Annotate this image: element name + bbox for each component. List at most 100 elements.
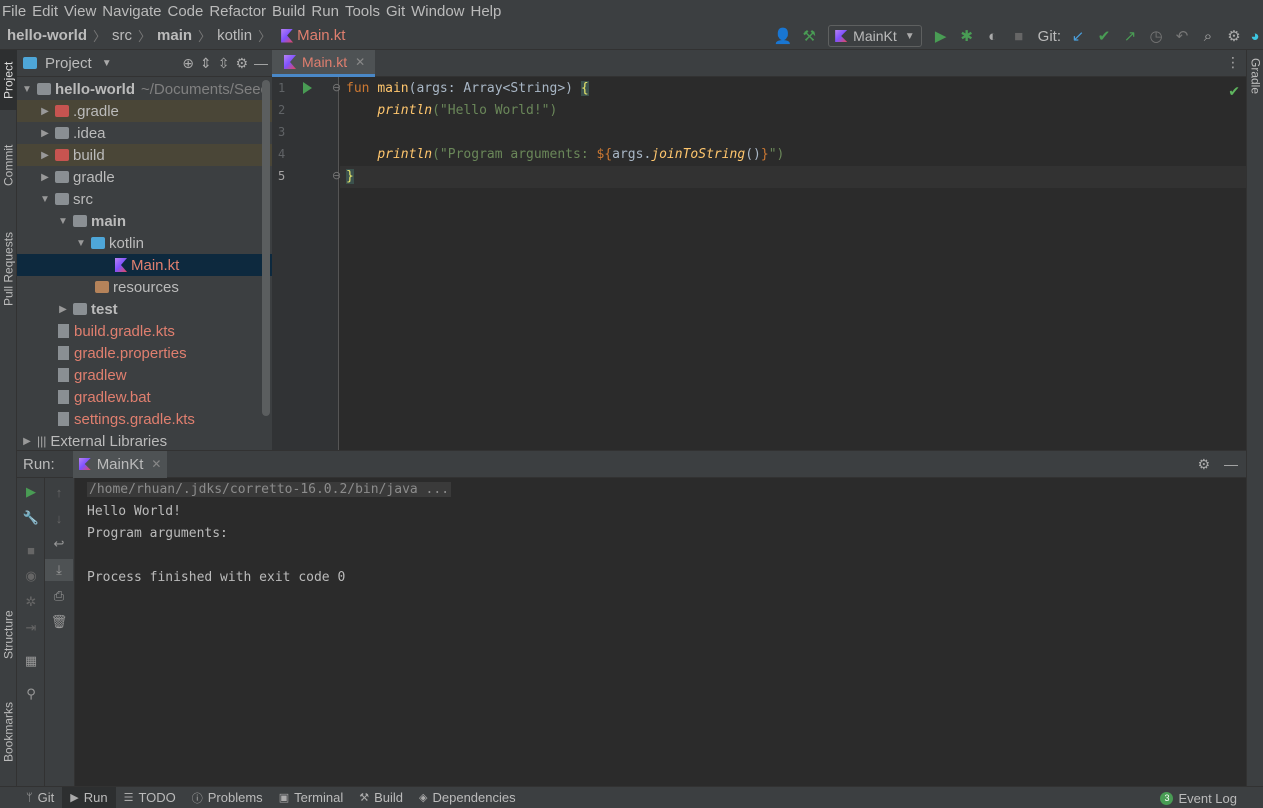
layout-icon[interactable]: ▦ — [17, 650, 45, 672]
tree-item-gradle-properties[interactable]: gradle.properties — [17, 342, 272, 364]
coverage-icon[interactable]: ◐ — [980, 24, 1006, 48]
pin-icon[interactable]: ⚲ — [17, 683, 45, 705]
minimize-icon[interactable]: — — [254, 55, 268, 72]
wrench-icon[interactable]: 🔧 — [17, 507, 45, 529]
breadcrumb-project[interactable]: hello-world — [7, 27, 87, 44]
tree-item-gradlew-bat[interactable]: gradlew.bat — [17, 386, 272, 408]
tool-tab-build[interactable]: ⚒ Build — [351, 787, 411, 808]
menu-edit[interactable]: Edit — [32, 3, 64, 20]
tool-tab-run[interactable]: ▶ Run — [62, 786, 116, 808]
menu-refactor[interactable]: Refactor — [209, 3, 272, 20]
close-icon[interactable]: ✕ — [151, 457, 161, 471]
tool-tab-project[interactable]: Project — [0, 50, 17, 110]
debug-icon[interactable]: ✱ — [954, 24, 980, 48]
menu-run[interactable]: Run — [311, 3, 345, 20]
run-configuration-select[interactable]: MainKt ▼ — [828, 25, 922, 47]
gear-icon[interactable]: ⚙ — [1197, 456, 1210, 473]
tool-tab-problems[interactable]: ⓘ Problems — [184, 787, 271, 808]
history-icon[interactable]: ◷ — [1143, 24, 1169, 48]
tree-item-kotlin[interactable]: ▼ kotlin — [17, 232, 272, 254]
project-view-select[interactable]: Project ▼ — [23, 55, 112, 72]
user-icon[interactable]: 👤 — [770, 24, 796, 48]
camera-icon[interactable]: ◉ — [17, 565, 45, 587]
tool-tab-bookmarks[interactable]: Bookmarks — [0, 690, 17, 774]
run-gutter-icon[interactable] — [303, 82, 312, 94]
expand-all-icon[interactable]: ⇕ — [200, 55, 212, 72]
breadcrumb-main[interactable]: main — [157, 27, 192, 44]
tree-item-main[interactable]: ▼ main — [17, 210, 272, 232]
run-tab-mainkt[interactable]: MainKt ✕ — [72, 450, 168, 478]
minimize-icon[interactable]: — — [1224, 456, 1238, 473]
tool-tab-dependencies[interactable]: ◈ Dependencies — [411, 787, 524, 808]
gear-icon[interactable]: ⚙ — [235, 55, 248, 72]
menu-build[interactable]: Build — [272, 3, 311, 20]
more-icon[interactable]: ⋮ — [1226, 54, 1240, 71]
close-icon[interactable]: ✕ — [355, 55, 365, 69]
tree-item-gradle[interactable]: ▶ gradle — [17, 166, 272, 188]
breadcrumb-file[interactable]: Main.kt — [277, 27, 345, 44]
menu-view[interactable]: View — [64, 3, 102, 20]
menu-tools[interactable]: Tools — [345, 3, 386, 20]
tree-item-label: gradlew — [74, 366, 127, 384]
menu-git[interactable]: Git — [386, 3, 411, 20]
tree-item-gradle-dir[interactable]: ▶ .gradle — [17, 100, 272, 122]
tree-item-test[interactable]: ▶ test — [17, 298, 272, 320]
scroll-to-end-icon[interactable]: ⤓ — [45, 559, 73, 581]
tool-tab-git[interactable]: ᛘ Git — [18, 787, 62, 808]
breadcrumb-kotlin[interactable]: kotlin — [217, 27, 252, 44]
breadcrumb-src[interactable]: src — [112, 27, 132, 44]
tree-item-main-kt[interactable]: Main.kt — [17, 254, 272, 276]
soft-wrap-icon[interactable]: ↩ — [45, 533, 73, 555]
collapse-all-icon[interactable]: ⇳ — [218, 55, 230, 72]
code-with-me-icon[interactable]: ◕ — [1247, 24, 1263, 48]
layers-icon: ◈ — [419, 792, 428, 804]
tool-tab-commit[interactable]: Commit — [0, 132, 17, 198]
search-icon[interactable]: ⌕ — [1195, 24, 1221, 48]
tree-item-build-gradle-kts[interactable]: build.gradle.kts — [17, 320, 272, 342]
hammer-icon[interactable]: ⚒ — [796, 24, 822, 48]
menu-navigate[interactable]: Navigate — [102, 3, 167, 20]
info-icon: ⓘ — [191, 792, 203, 805]
exit-icon[interactable]: ⇥ — [17, 617, 45, 639]
tree-item-build[interactable]: ▶ build — [17, 144, 272, 166]
tool-tab-todo[interactable]: ☰ TODO — [116, 787, 184, 808]
git-branch-icon: ᛘ — [26, 791, 33, 804]
tool-tab-terminal[interactable]: ▣ Terminal — [271, 787, 352, 808]
tool-tab-structure[interactable]: Structure — [0, 598, 17, 672]
run-console[interactable]: /home/rhuan/.jdks/corretto-16.0.2/bin/ja… — [75, 478, 1246, 786]
tree-item-settings-gradle-kts[interactable]: settings.gradle.kts — [17, 408, 272, 430]
gear-icon[interactable]: ⚙ — [1221, 24, 1247, 48]
menu-window[interactable]: Window — [411, 3, 470, 20]
locate-icon[interactable]: ⊕ — [182, 55, 194, 72]
menu-file[interactable]: File — [2, 3, 32, 20]
trash-icon[interactable]: 🗑 — [45, 611, 73, 633]
git-push-icon[interactable]: ↗ — [1117, 24, 1143, 48]
tree-item-gradlew[interactable]: gradlew — [17, 364, 272, 386]
arrow-up-icon[interactable]: ↑ — [45, 481, 73, 503]
console-command-line[interactable]: /home/rhuan/.jdks/corretto-16.0.2/bin/ja… — [87, 482, 452, 497]
rerun-icon[interactable]: ▶ — [17, 481, 45, 503]
code-editor[interactable]: fun main(args: Array<String>) { println(… — [340, 77, 1246, 450]
print-icon[interactable]: ⎙ — [45, 585, 73, 607]
tree-item-external-libraries[interactable]: ▶ ||| External Libraries — [17, 430, 272, 450]
settings-icon[interactable]: ✲ — [17, 591, 45, 613]
run-icon[interactable]: ▶ — [928, 24, 954, 48]
menu-help[interactable]: Help — [471, 3, 508, 20]
tree-item-src[interactable]: ▼ src — [17, 188, 272, 210]
tool-tab-gradle[interactable]: Gradle — [1247, 58, 1263, 94]
menu-code[interactable]: Code — [167, 3, 209, 20]
stop-icon[interactable]: ■ — [17, 539, 45, 561]
project-tree-scrollbar[interactable] — [262, 80, 270, 416]
libraries-icon: ||| — [37, 434, 47, 448]
git-commit-icon[interactable]: ✔ — [1091, 24, 1117, 48]
arrow-down-icon[interactable]: ↓ — [45, 507, 73, 529]
event-log-button[interactable]: 3 Event Log — [1160, 787, 1237, 808]
tree-item-idea[interactable]: ▶ .idea — [17, 122, 272, 144]
editor-tab-main-kt[interactable]: Main.kt ✕ — [272, 50, 375, 77]
git-update-icon[interactable]: ↙ — [1065, 24, 1091, 48]
tree-item-resources[interactable]: resources — [17, 276, 272, 298]
tool-tab-pull-requests[interactable]: Pull Requests — [0, 220, 17, 318]
tree-item-root[interactable]: ▼ hello-world ~/Documents/Seed — [17, 78, 272, 100]
stop-icon[interactable]: ■ — [1006, 24, 1032, 48]
rollback-icon[interactable]: ↶ — [1169, 24, 1195, 48]
